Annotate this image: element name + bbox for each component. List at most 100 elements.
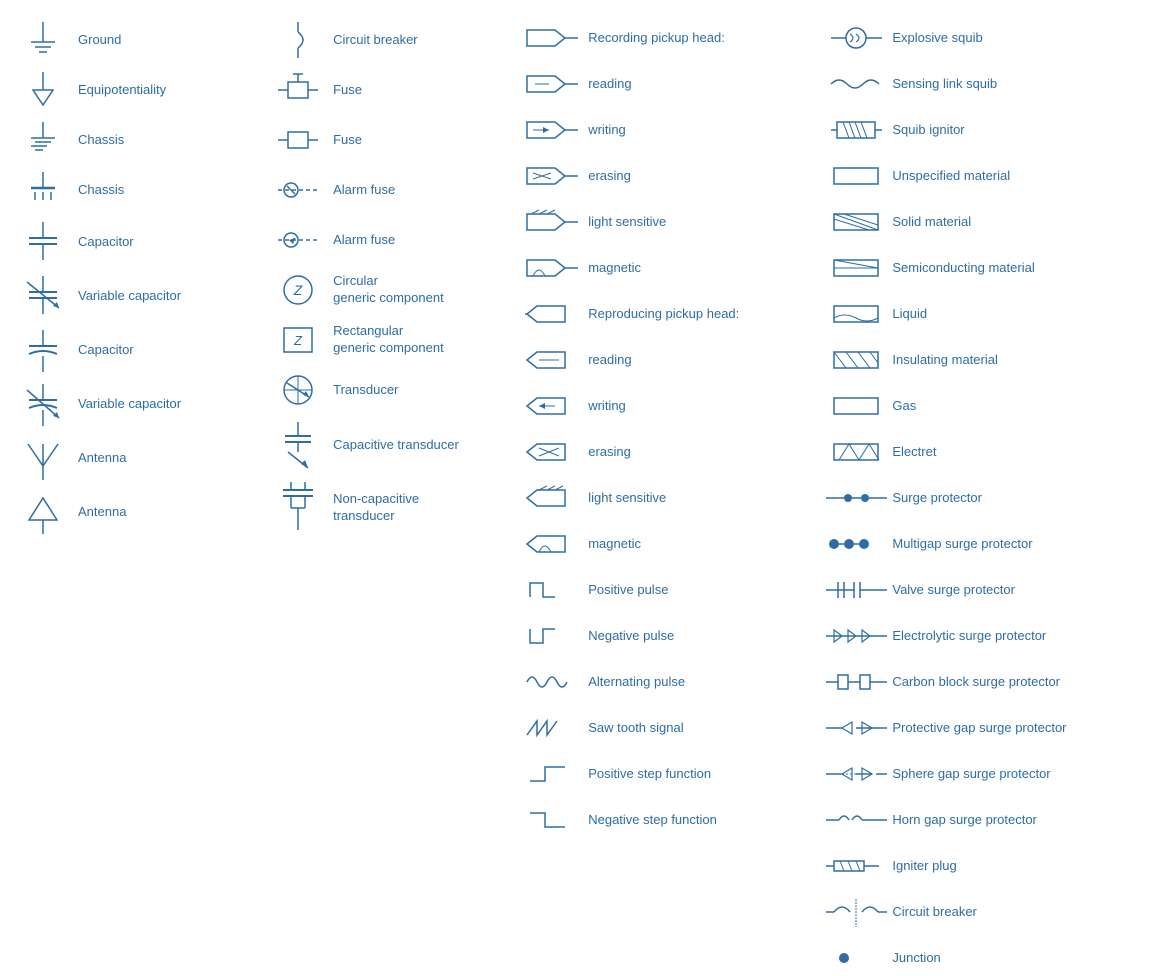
chassis2-label: Chassis [78, 182, 124, 199]
solid-material-label: Solid material [892, 214, 971, 231]
liquid-icon [829, 303, 884, 325]
unspecified-material-icon [829, 165, 884, 187]
list-item: writing [525, 112, 819, 148]
carbon-block-surge-protector-icon [829, 670, 884, 694]
circuit-breaker-icon [270, 20, 325, 60]
magnetic2-label: magnetic [588, 536, 641, 553]
transducer-icon [270, 370, 325, 410]
variable-capacitor2-label: Variable capacitor [78, 396, 181, 413]
sphere-gap-surge-protector-label: Sphere gap surge protector [892, 766, 1050, 783]
liquid-label: Liquid [892, 306, 927, 323]
list-item: Alternating pulse [525, 664, 819, 700]
list-item: Explosive squib [829, 20, 1148, 56]
antenna1-label: Antenna [78, 450, 126, 467]
sensing-link-squib-icon [829, 71, 884, 97]
list-item: Circuit breaker [270, 20, 515, 60]
list-item: Reproducing pickup head: [525, 296, 819, 332]
igniter-plug-icon [829, 853, 884, 879]
list-item: Z Circular generic component [270, 270, 515, 310]
multigap-surge-protector-icon [829, 534, 884, 554]
erasing1-label: erasing [588, 168, 631, 185]
list-item: Sphere gap surge protector [829, 756, 1148, 792]
squib-ignitor-icon [829, 117, 884, 143]
negative-pulse-label: Negative pulse [588, 628, 674, 645]
antenna1-icon [15, 436, 70, 480]
list-item: Z Rectangular generic component [270, 320, 515, 360]
negative-pulse-icon [525, 621, 580, 651]
list-item: Horn gap surge protector [829, 802, 1148, 838]
list-item: reading [525, 342, 819, 378]
list-item: erasing [525, 434, 819, 470]
light-sensitive2-label: light sensitive [588, 490, 666, 507]
explosive-squib-label: Explosive squib [892, 30, 982, 47]
circuit-breaker-label: Circuit breaker [333, 32, 418, 49]
list-item: Variable capacitor [15, 274, 260, 318]
list-item: Saw tooth signal [525, 710, 819, 746]
magnetic2-icon [525, 532, 580, 556]
reproducing-head-label: Reproducing pickup head: [588, 306, 739, 323]
gas-label: Gas [892, 398, 916, 415]
sphere-gap-surge-protector-icon [829, 762, 884, 786]
capacitive-transducer-icon [270, 420, 325, 470]
chassis1-label: Chassis [78, 132, 124, 149]
list-item: Capacitive transducer [270, 420, 515, 470]
equipotentiality-label: Equipotentiality [78, 82, 166, 99]
reading2-label: reading [588, 352, 631, 369]
light-sensitive2-icon [525, 486, 580, 510]
junction-label: Junction [892, 950, 940, 967]
recording-head-label: Recording pickup head: [588, 30, 725, 47]
alarm-fuse1-icon [270, 170, 325, 210]
valve-surge-protector-icon [829, 578, 884, 602]
list-item: Antenna [15, 490, 260, 534]
electrolytic-surge-protector-icon [829, 624, 884, 648]
positive-step-label: Positive step function [588, 766, 711, 783]
list-item: Chassis [15, 170, 260, 210]
squib-ignitor-label: Squib ignitor [892, 122, 964, 139]
list-item: Insulating material [829, 342, 1148, 378]
list-item: magnetic [525, 250, 819, 286]
fuse2-icon [270, 120, 325, 160]
circuit-breaker2-label: Circuit breaker [892, 904, 977, 921]
electrolytic-surge-protector-label: Electrolytic surge protector [892, 628, 1046, 645]
surge-protector-icon [829, 488, 884, 508]
semiconducting-material-icon [829, 257, 884, 279]
positive-pulse-label: Positive pulse [588, 582, 668, 599]
antenna2-label: Antenna [78, 504, 126, 521]
list-item: Carbon block surge protector [829, 664, 1148, 700]
svg-text:Z: Z [292, 282, 302, 298]
capacitor-label: Capacitor [78, 234, 134, 251]
list-item: Recording pickup head: [525, 20, 819, 56]
main-container: Ground Equipotentiality C [0, 0, 1163, 725]
reading1-label: reading [588, 76, 631, 93]
capacitive-transducer-label: Capacitive transducer [333, 437, 459, 454]
list-item: Multigap surge protector [829, 526, 1148, 562]
fuse1-label: Fuse [333, 82, 362, 99]
antenna2-icon [15, 490, 70, 534]
horn-gap-surge-protector-icon [829, 808, 884, 832]
list-item: erasing [525, 158, 819, 194]
rectangular-generic-icon: Z [270, 320, 325, 360]
protective-gap-surge-protector-icon [829, 716, 884, 740]
list-item: Negative step function [525, 802, 819, 838]
non-capacitive-transducer-icon [270, 480, 325, 535]
reading2-icon [525, 348, 580, 372]
electret-label: Electret [892, 444, 936, 461]
fuse2-label: Fuse [333, 132, 362, 149]
gas-icon [829, 395, 884, 417]
list-item: Junction [829, 940, 1148, 976]
alternating-pulse-label: Alternating pulse [588, 674, 685, 691]
carbon-block-surge-protector-label: Carbon block surge protector [892, 674, 1060, 691]
rectangular-generic-label: Rectangular generic component [333, 323, 444, 357]
list-item: writing [525, 388, 819, 424]
sawtooth-icon [525, 713, 580, 743]
writing2-icon [525, 394, 580, 418]
multigap-surge-protector-label: Multigap surge protector [892, 536, 1032, 553]
column-1: Ground Equipotentiality C [10, 20, 265, 705]
positive-pulse-icon [525, 575, 580, 605]
list-item: Alarm fuse [270, 170, 515, 210]
svg-text:Z: Z [293, 333, 303, 348]
negative-step-label: Negative step function [588, 812, 717, 829]
column-2: Circuit breaker Fuse [265, 20, 520, 705]
recording-head-icon [525, 26, 580, 50]
list-item: Variable capacitor [15, 382, 260, 426]
